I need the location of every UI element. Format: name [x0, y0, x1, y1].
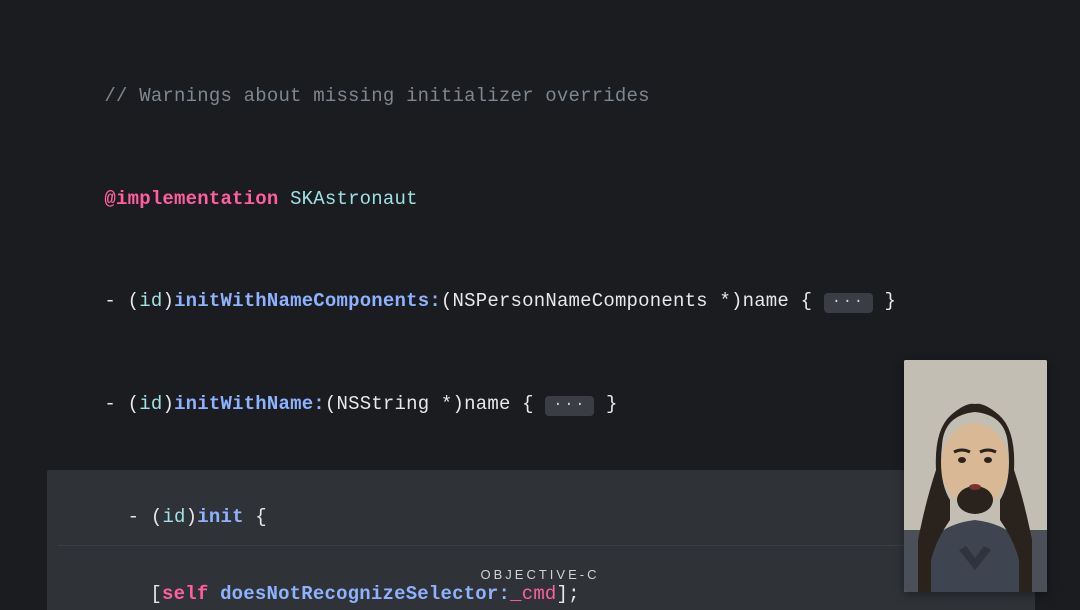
- method-name-1: initWithNameComponents:: [174, 290, 441, 312]
- method-name-init: init: [197, 506, 243, 528]
- init-body-1: [self doesNotRecognizeSelector:_cmd];: [58, 557, 1024, 610]
- method-line-2: - (id)initWithName:(NSString *)name { ··…: [58, 367, 1022, 444]
- implementation-line: @implementation SKAstronaut: [58, 161, 1022, 238]
- class-name: SKAstronaut: [290, 188, 418, 210]
- method-name-2: initWithName:: [174, 393, 325, 415]
- comment-line: // Warnings about missing initializer ov…: [58, 58, 1022, 135]
- ellipsis-icon: ···: [824, 293, 873, 313]
- highlighted-method-block: - (id)init { [self doesNotRecognizeSelec…: [47, 470, 1035, 610]
- presenter-video-thumbnail: [904, 360, 1047, 592]
- ellipsis-icon: ···: [545, 396, 594, 416]
- footer-divider: [58, 545, 910, 546]
- comment-text: // Warnings about missing initializer ov…: [104, 85, 649, 107]
- implementation-keyword: @implementation: [104, 188, 278, 210]
- selector-call: doesNotRecognizeSelector:: [220, 583, 510, 605]
- method-line-1: - (id)initWithNameComponents:(NSPersonNa…: [58, 264, 1022, 341]
